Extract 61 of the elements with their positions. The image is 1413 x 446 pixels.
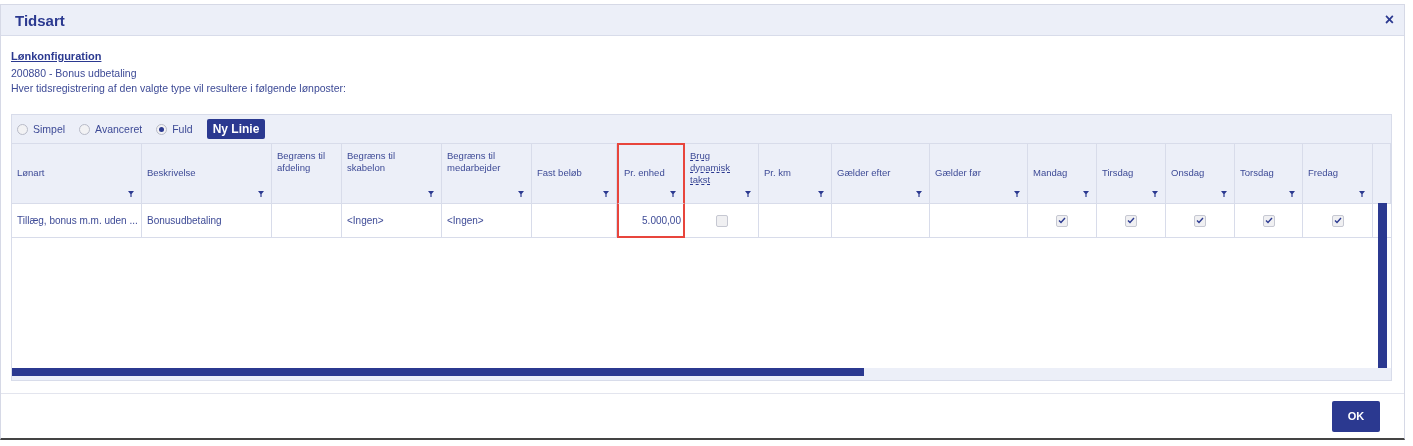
table-cell: 5.000,00 <box>617 203 685 239</box>
filter-icon[interactable] <box>1014 191 1020 198</box>
column-header[interactable]: Onsdag <box>1166 143 1235 204</box>
column-header[interactable]: Beskrivelse <box>142 143 272 204</box>
filter-icon[interactable] <box>428 191 434 198</box>
table-cell: Bonusudbetaling <box>142 203 272 239</box>
filter-icon[interactable] <box>258 191 264 198</box>
filter-icon[interactable] <box>1221 191 1227 198</box>
table-cell <box>272 203 342 239</box>
column-header[interactable]: Begræns til skabelon <box>342 143 442 204</box>
column-header[interactable]: Lønart <box>12 143 142 204</box>
mode-radio[interactable]: Avanceret <box>79 123 143 136</box>
column-header[interactable]: Gælder efter <box>832 143 930 204</box>
column-header[interactable]: Gælder før <box>930 143 1028 204</box>
column-header[interactable]: Brug dynamisk takst <box>685 143 759 204</box>
horizontal-scrollbar[interactable] <box>12 368 1391 381</box>
checkbox[interactable] <box>715 214 728 227</box>
radio-icon[interactable] <box>17 123 28 135</box>
description: Hver tidsregistrering af den valgte type vil resultere i følgende lønposter: <box>11 82 347 95</box>
filter-icon[interactable] <box>1359 191 1365 198</box>
column-header[interactable]: Mandag <box>1028 143 1097 204</box>
checkbox[interactable] <box>1194 214 1206 227</box>
column-header[interactable]: Begræns til medarbejder <box>442 143 532 204</box>
window-title: Tidsart <box>15 11 65 29</box>
mode-radio[interactable]: Simpel <box>17 123 66 136</box>
column-header[interactable]: Pr. km <box>759 143 832 204</box>
new-line-button[interactable]: Ny Linie <box>206 119 266 140</box>
filter-icon[interactable] <box>1152 191 1158 198</box>
radio-label: Avanceret <box>95 123 143 136</box>
radio-label: Simpel <box>33 123 66 136</box>
checkbox[interactable] <box>1262 214 1275 227</box>
column-header[interactable]: Fredag <box>1303 143 1373 204</box>
vertical-scrollbar[interactable] <box>1378 203 1387 369</box>
filter-icon[interactable] <box>1289 191 1295 198</box>
filter-icon[interactable] <box>603 191 609 198</box>
column-header[interactable]: Pr. enhed <box>617 143 685 204</box>
column-header[interactable]: Tirsdag <box>1097 143 1166 204</box>
checkbox[interactable] <box>1056 214 1068 227</box>
close-button[interactable]: × <box>1384 11 1394 30</box>
filter-icon[interactable] <box>1083 191 1089 198</box>
filter-icon[interactable] <box>916 191 922 198</box>
ok-button[interactable]: OK <box>1332 400 1380 432</box>
filter-icon[interactable] <box>745 191 751 198</box>
table-cell: Tillæg, bonus m.m. uden ... <box>12 203 142 239</box>
filter-icon[interactable] <box>670 191 676 198</box>
checkbox[interactable] <box>1125 214 1137 227</box>
radio-label: Fuld <box>172 123 193 136</box>
table-cell: <Ingen> <box>342 203 442 239</box>
column-header[interactable]: Begræns til afdeling <box>272 143 342 204</box>
subtitle: 200880 - Bonus udbetaling <box>11 67 138 80</box>
column-header[interactable]: Torsdag <box>1235 143 1303 204</box>
mode-radio[interactable]: Fuld <box>156 123 193 136</box>
checkbox[interactable] <box>1331 214 1344 227</box>
radio-icon[interactable] <box>156 123 168 135</box>
radio-icon[interactable] <box>79 123 91 135</box>
filter-icon[interactable] <box>128 191 134 198</box>
filter-icon[interactable] <box>818 191 824 198</box>
column-header[interactable]: Fast beløb <box>532 143 617 204</box>
filter-icon[interactable] <box>518 191 524 198</box>
table-cell: <Ingen> <box>442 203 532 239</box>
config-link[interactable]: Lønkonfiguration <box>11 50 102 63</box>
